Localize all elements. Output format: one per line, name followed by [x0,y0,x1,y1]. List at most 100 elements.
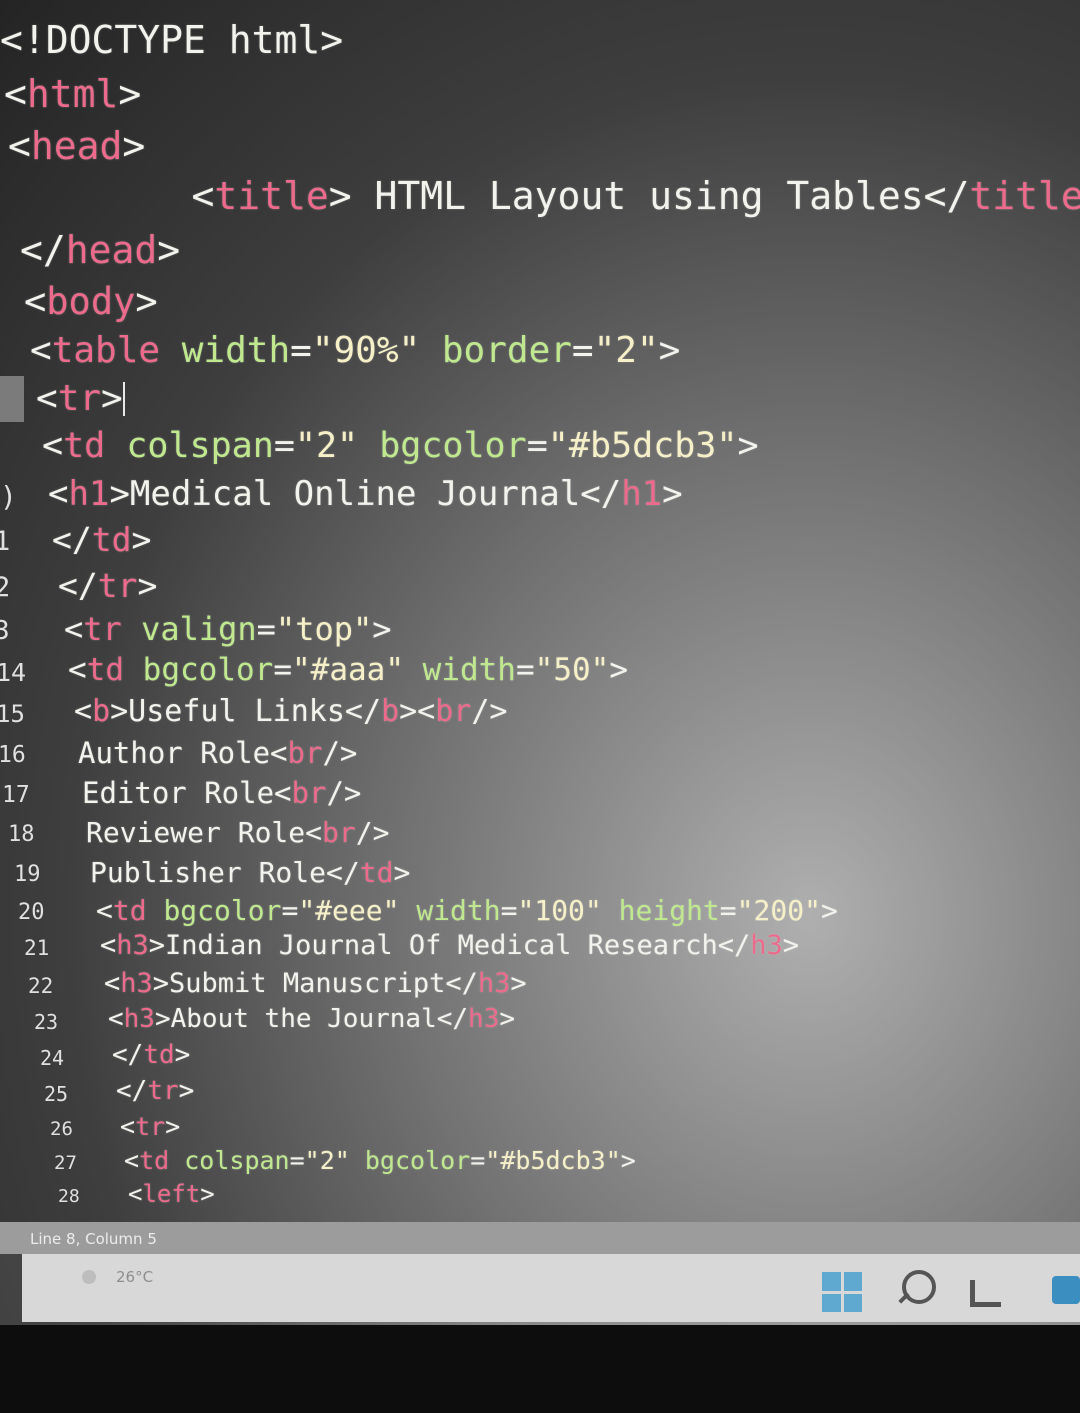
text-token: > [118,72,142,116]
code-line[interactable]: <h3>About the Journal</h3> [108,1004,515,1034]
text-token: > [820,894,838,927]
line-number: 19 [14,862,41,887]
tag-token: br [322,816,356,849]
string-token: "200" [736,894,821,927]
text-token: /> [471,694,508,729]
tag-token: html [26,72,119,116]
text-token: > [101,378,123,419]
text-token: = [571,330,594,371]
text-token: > [200,1180,215,1208]
tag-token: head [30,124,123,168]
code-line[interactable]: </head> [20,228,180,272]
task-view-icon[interactable] [970,1280,1001,1307]
code-line[interactable]: <tr> [36,378,125,419]
text-token: > [782,930,800,961]
search-icon[interactable] [902,1270,936,1304]
tag-token: h1 [621,474,663,514]
text-token: > [609,652,628,688]
tag-token: h3 [468,1004,500,1034]
attribute-token: width [181,330,291,371]
code-line[interactable]: <left> [128,1180,215,1208]
text-token: Author Role< [78,736,288,770]
status-bar: Line 8, Column 5 [0,1222,1080,1254]
code-line[interactable]: <td colspan="2" bgcolor="#b5dcb3"> [42,426,759,466]
text-token: < [124,1146,140,1175]
code-line[interactable]: <title> HTML Layout using Tables</title> [100,174,1080,218]
line-number: 18 [8,822,35,847]
code-editor[interactable]: <!DOCTYPE html> <html> <head> <title> HTML… [0,0,1080,1222]
tag-token: tr [147,1076,179,1106]
tag-token: b [92,694,111,729]
text-token: < [8,124,31,168]
code-line[interactable]: </td> [52,520,151,559]
monitor-bezel [0,1325,1080,1413]
code-line[interactable]: Publisher Role</td> [90,856,410,889]
attribute-token: valign [141,610,257,648]
text-caret [122,382,125,416]
text-token: >< [399,694,436,729]
code-line[interactable]: <head> [8,124,145,168]
text-token: /> [326,776,362,810]
weather-widget[interactable]: 26°C [82,1268,153,1286]
tag-token: br [435,694,472,729]
code-line[interactable]: </tr> [116,1076,194,1106]
tag-token: tr [83,610,122,648]
tag-token: h3 [116,930,149,961]
code-line[interactable]: <h3>Submit Manuscript</h3> [104,968,527,999]
line-number: 21 [24,936,50,960]
text-token: = [500,894,518,927]
text-token: > [178,1076,195,1106]
code-line[interactable]: <td bgcolor="#aaa" width="50"> [68,652,628,688]
attribute-token: width [416,894,501,927]
browser-icon[interactable] [1052,1276,1080,1304]
code-line[interactable]: <tr> [120,1112,180,1141]
code-line[interactable]: <tr valign="top"> [64,610,392,648]
text-token: > [157,228,181,272]
code-line[interactable]: <td colspan="2" bgcolor="#b5dcb3"> [124,1146,636,1175]
code-line[interactable]: <html> [4,72,141,116]
attribute-token: height [618,894,720,927]
code-line[interactable]: <!DOCTYPE html> [0,18,343,62]
text-token: </ [52,520,92,559]
tag-token: tr [97,566,138,605]
line-number: 14 [0,658,27,687]
windows-start-icon[interactable] [822,1272,862,1312]
text-token: > [137,566,158,605]
tag-token: br [287,736,323,770]
monitor-screen: <!DOCTYPE html> <html> <head> <title> HTML… [0,0,1080,1325]
string-token: "#aaa" [292,652,404,688]
text-token: > [165,1112,181,1141]
line-number: 3 [0,616,10,646]
text-token: </ [20,228,66,272]
code-line[interactable]: <b>Useful Links</b><br/> [74,694,508,729]
text-token: > HTML Layout using Tables</ [328,174,970,218]
string-token: "2" [593,330,659,371]
text-token: </ [112,1040,144,1070]
tag-token: br [291,776,327,810]
code-line[interactable]: </td> [112,1040,190,1070]
text-token: = [256,610,276,648]
code-line[interactable]: <table width="90%" border="2"> [30,330,680,371]
text-token: < [24,280,47,323]
text-token: = [526,426,548,466]
code-line[interactable]: <td bgcolor="#eee" width="100" height="2… [96,894,838,927]
code-line[interactable]: <h3>Indian Journal Of Medical Research</… [100,930,799,961]
code-line[interactable]: Reviewer Role<br/> [86,816,389,849]
tag-token: h1 [68,474,110,514]
text-token: = [515,652,535,688]
tag-token: h3 [123,1004,155,1034]
tag-token: td [112,894,147,927]
text-token: < [120,1112,136,1141]
code-line[interactable]: Editor Role<br/> [82,776,361,810]
code-line[interactable]: Author Role<br/> [78,736,357,770]
code-line[interactable]: <body> [24,280,158,323]
code-line[interactable]: <h1>Medical Online Journal</h1> [48,474,683,514]
line-number: 24 [40,1046,65,1070]
tag-token: tr [57,378,102,419]
attribute-token: colspan [126,426,274,466]
weather-temp: 26°C [116,1268,154,1286]
text-token: > [131,520,152,559]
text-token: = [281,894,299,927]
code-line[interactable]: </tr> [58,566,157,605]
